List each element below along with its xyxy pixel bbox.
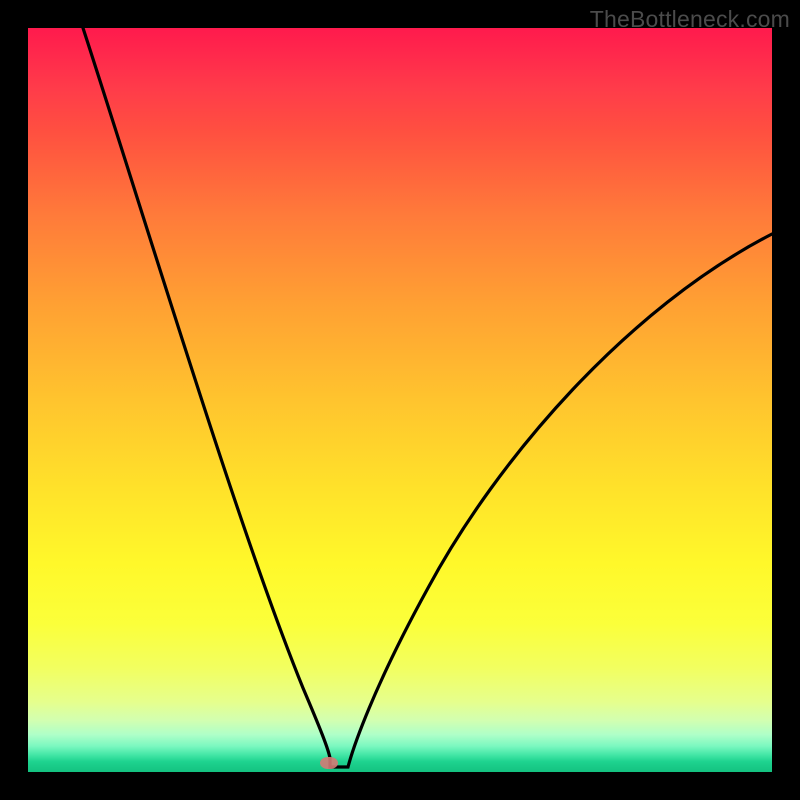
- watermark-text: TheBottleneck.com: [590, 6, 790, 33]
- curve-path: [83, 28, 772, 767]
- optimal-point-marker: [320, 757, 338, 769]
- plot-area: [28, 28, 772, 772]
- bottleneck-curve: [28, 28, 772, 772]
- chart-frame: TheBottleneck.com: [0, 0, 800, 800]
